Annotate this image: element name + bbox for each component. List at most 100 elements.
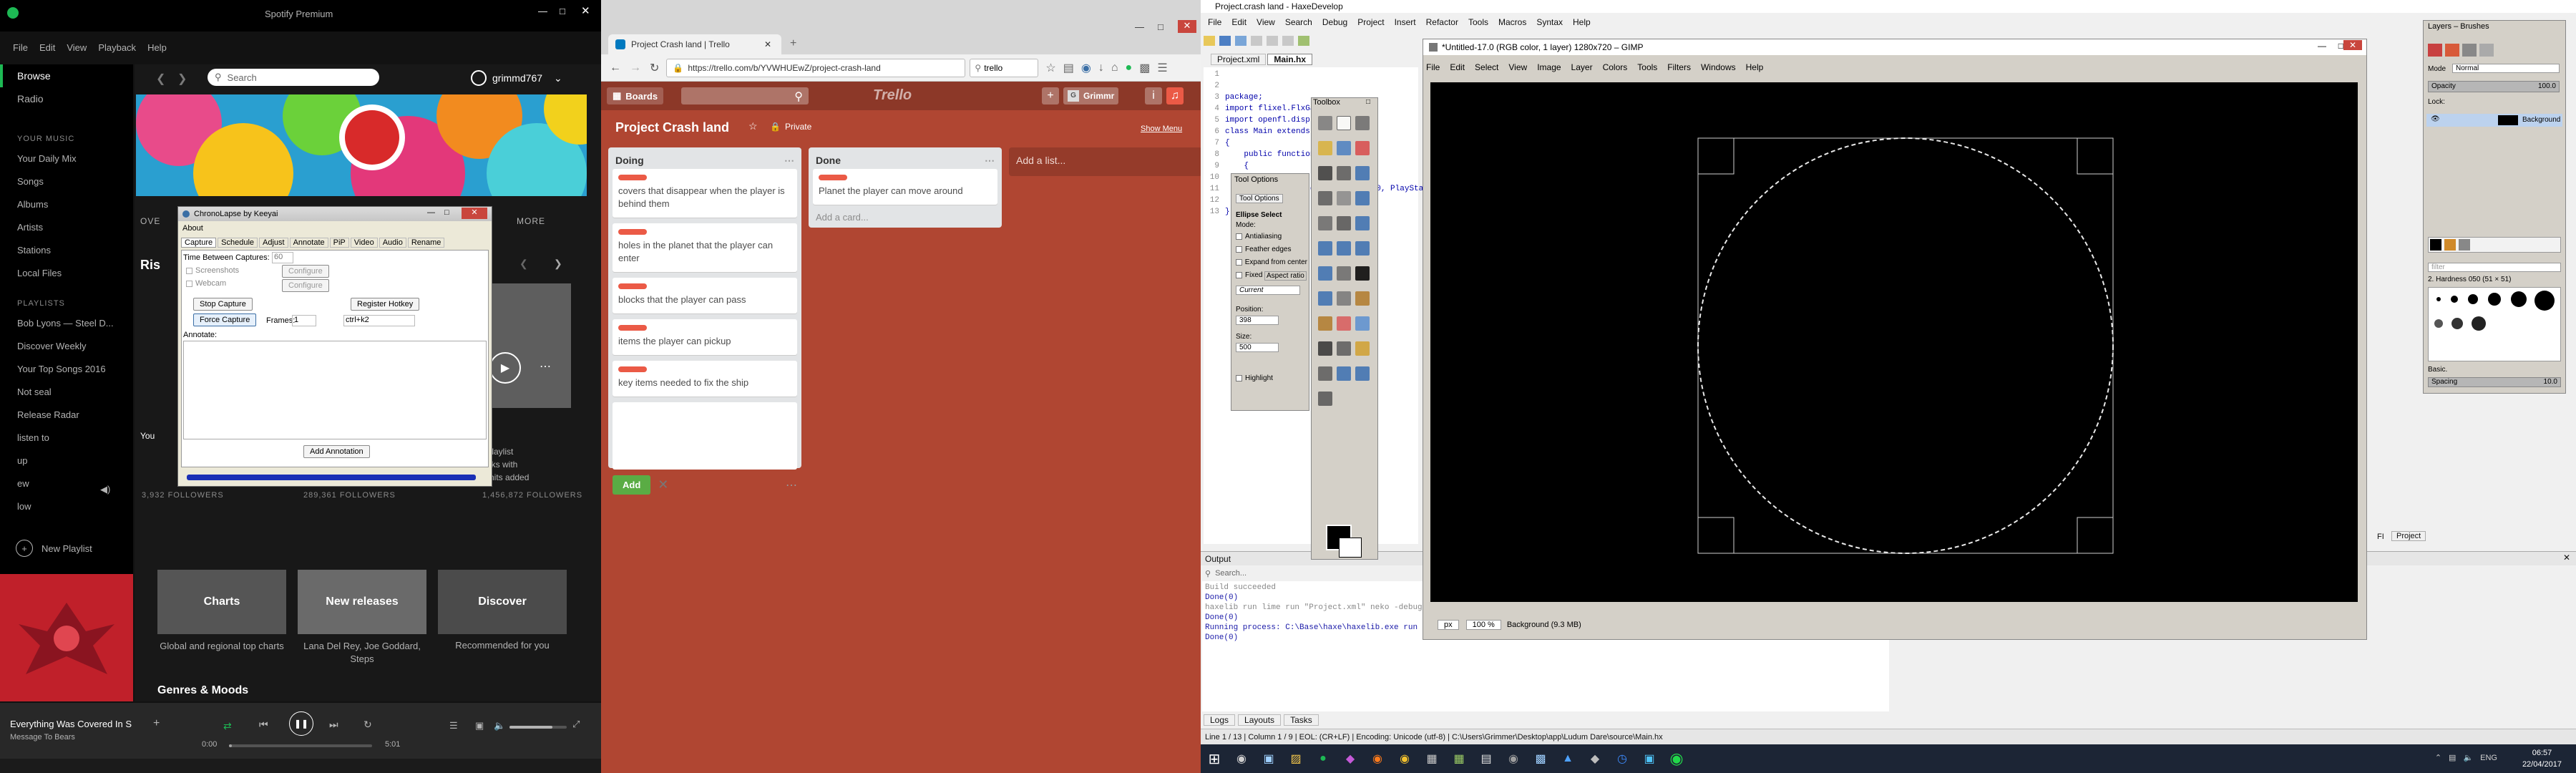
queue-icon[interactable]: ☰ [449, 720, 458, 731]
new-card-textarea[interactable] [613, 402, 797, 470]
sidebar-item-daily-mix[interactable]: Your Daily Mix [0, 147, 133, 170]
menu-tools[interactable]: Tools [1468, 17, 1488, 27]
tile-new-releases[interactable]: New releases [298, 570, 426, 634]
new-tab-icon[interactable]: + [790, 37, 796, 50]
add-card-link[interactable]: Add a card... [813, 210, 997, 224]
tool-zoom-icon[interactable] [1318, 191, 1332, 205]
playlist-item[interactable]: Release Radar [0, 404, 133, 427]
board-title[interactable]: Project Crash land [615, 120, 729, 135]
gimp-menu-image[interactable]: Image [1537, 62, 1561, 72]
list-menu-icon[interactable]: ⋯ [985, 155, 995, 167]
tool-rotate-icon[interactable] [1355, 216, 1370, 230]
card[interactable]: covers that disappear when the player is… [613, 169, 797, 218]
annotate-textarea[interactable] [183, 341, 487, 439]
open-icon[interactable] [1204, 36, 1215, 46]
highlight-checkbox[interactable]: Highlight [1236, 374, 1273, 382]
position-input[interactable]: 398 [1236, 316, 1279, 325]
clock[interactable]: 06:57 22/04/2017 [2522, 747, 2562, 770]
save-icon[interactable] [1219, 36, 1231, 46]
device-icon[interactable]: ▣ [475, 720, 484, 731]
terminal-icon[interactable]: ▩ [1527, 745, 1554, 772]
tab-logs[interactable]: Logs [1204, 714, 1236, 726]
tool-shear-icon[interactable] [1337, 241, 1351, 256]
brush-filter-input[interactable]: filter [2428, 263, 2561, 272]
tool-free-select-icon[interactable] [1355, 116, 1370, 130]
volume-slider[interactable] [509, 726, 567, 729]
tool-foreground-select-icon[interactable] [1318, 166, 1332, 180]
save-all-icon[interactable] [1235, 36, 1246, 46]
close-icon[interactable]: ✕ [462, 208, 487, 219]
shuffle-icon[interactable]: ⇄ [223, 720, 232, 732]
board-search-input[interactable]: ⚲ [681, 87, 809, 104]
tool-airbrush-icon[interactable] [1355, 316, 1370, 331]
feather-checkbox[interactable]: Feather edges [1236, 245, 1292, 253]
clock-app-icon[interactable]: ◷ [1609, 745, 1636, 772]
carousel-prev-icon[interactable]: ❮ [519, 258, 528, 270]
tile-charts[interactable]: Charts [157, 570, 286, 634]
user-profile[interactable]: grimmd767 ⌄ [471, 70, 562, 86]
card[interactable]: key items needed to fix the ship [613, 361, 797, 397]
pattern-swatch[interactable] [2444, 239, 2456, 251]
tool-heal-icon[interactable] [1355, 341, 1370, 356]
back-icon[interactable]: ← [610, 62, 621, 74]
tool-smudge-icon[interactable] [1355, 366, 1370, 381]
eye-icon[interactable]: 👁 [2431, 115, 2440, 123]
next-icon[interactable]: ⏭ [329, 719, 338, 731]
close-icon[interactable]: ✕ [1178, 20, 1196, 33]
project-tab[interactable]: Project [2391, 531, 2426, 541]
reload-icon[interactable]: ↻ [650, 61, 659, 75]
gimp-menu-select[interactable]: Select [1475, 62, 1498, 72]
boards-button[interactable]: ▦ Boards [607, 87, 664, 104]
menu-project[interactable]: Project [1357, 17, 1384, 27]
hotkey-input[interactable]: ctrl+k2 [343, 315, 415, 326]
paths-tab-icon[interactable] [2462, 44, 2477, 57]
tool-move-icon[interactable] [1355, 191, 1370, 205]
playlist-item[interactable]: Bob Lyons — Steel D... [0, 312, 133, 335]
playlist-item[interactable]: Not seal [0, 381, 133, 404]
tool-perspective-clone-icon[interactable] [1318, 366, 1332, 381]
sidebar-item-stations[interactable]: Stations [0, 239, 133, 262]
card[interactable]: blocks that the player can pass [613, 278, 797, 313]
tool-align-icon[interactable] [1318, 216, 1332, 230]
trello-logo[interactable]: Trello [873, 87, 912, 104]
app-icon[interactable]: ▦ [1418, 745, 1445, 772]
stop-capture-button[interactable]: Stop Capture [193, 298, 253, 311]
tab-video[interactable]: Video [350, 238, 378, 248]
notification-icon[interactable]: ♫ [1166, 87, 1184, 104]
menu-file[interactable]: File [1208, 17, 1221, 27]
tool-scale-icon[interactable] [1318, 241, 1332, 256]
time-between-input[interactable]: 60 [272, 252, 293, 263]
paste-icon[interactable] [1282, 36, 1294, 46]
expand-checkbox[interactable]: Expand from center [1236, 258, 1307, 266]
gimp-menu-view[interactable]: View [1508, 62, 1527, 72]
current-field[interactable]: Current [1236, 286, 1300, 295]
copy-icon[interactable] [1267, 36, 1278, 46]
clipboard-icon[interactable]: ▤ [1063, 61, 1074, 75]
repeat-icon[interactable]: ↻ [364, 719, 372, 731]
more-icon[interactable]: ⋯ [540, 359, 551, 374]
menu-edit[interactable]: Edit [34, 42, 61, 53]
sidebar-item-browse[interactable]: Browse [0, 64, 133, 87]
tab-rename[interactable]: Rename [407, 238, 445, 248]
list-title[interactable]: Done [816, 155, 841, 166]
fixed-checkbox[interactable]: Fixed [1236, 271, 1262, 279]
layers-tab-icon[interactable] [2428, 44, 2442, 57]
volume-icon[interactable]: 🔈 [494, 720, 505, 731]
add-list-button[interactable]: Add a list... [1009, 147, 1202, 176]
maximize-icon[interactable]: □ [444, 208, 449, 217]
volume-icon[interactable]: 🔈 [2463, 753, 2473, 762]
tool-icon[interactable]: ◆ [1581, 745, 1609, 772]
banner-image[interactable] [136, 94, 587, 196]
card-options-icon[interactable]: ⋯ [786, 478, 797, 492]
visibility-badge[interactable]: 🔒 Private [770, 122, 811, 132]
extension-icon[interactable]: ● [1126, 62, 1133, 74]
tool-clone-icon[interactable] [1337, 341, 1351, 356]
toolbox-close-icon[interactable]: □ [1366, 98, 1370, 106]
tool-flip-icon[interactable] [1318, 266, 1332, 281]
list-menu-icon[interactable]: ⋯ [784, 155, 794, 167]
tab-more[interactable]: MORE [517, 216, 545, 226]
gimp-menu-filters[interactable]: Filters [1667, 62, 1691, 72]
menu-view[interactable]: View [61, 42, 92, 53]
bg-color-swatch[interactable] [1339, 538, 1362, 558]
search-box[interactable]: ⚲ trello [970, 58, 1039, 77]
